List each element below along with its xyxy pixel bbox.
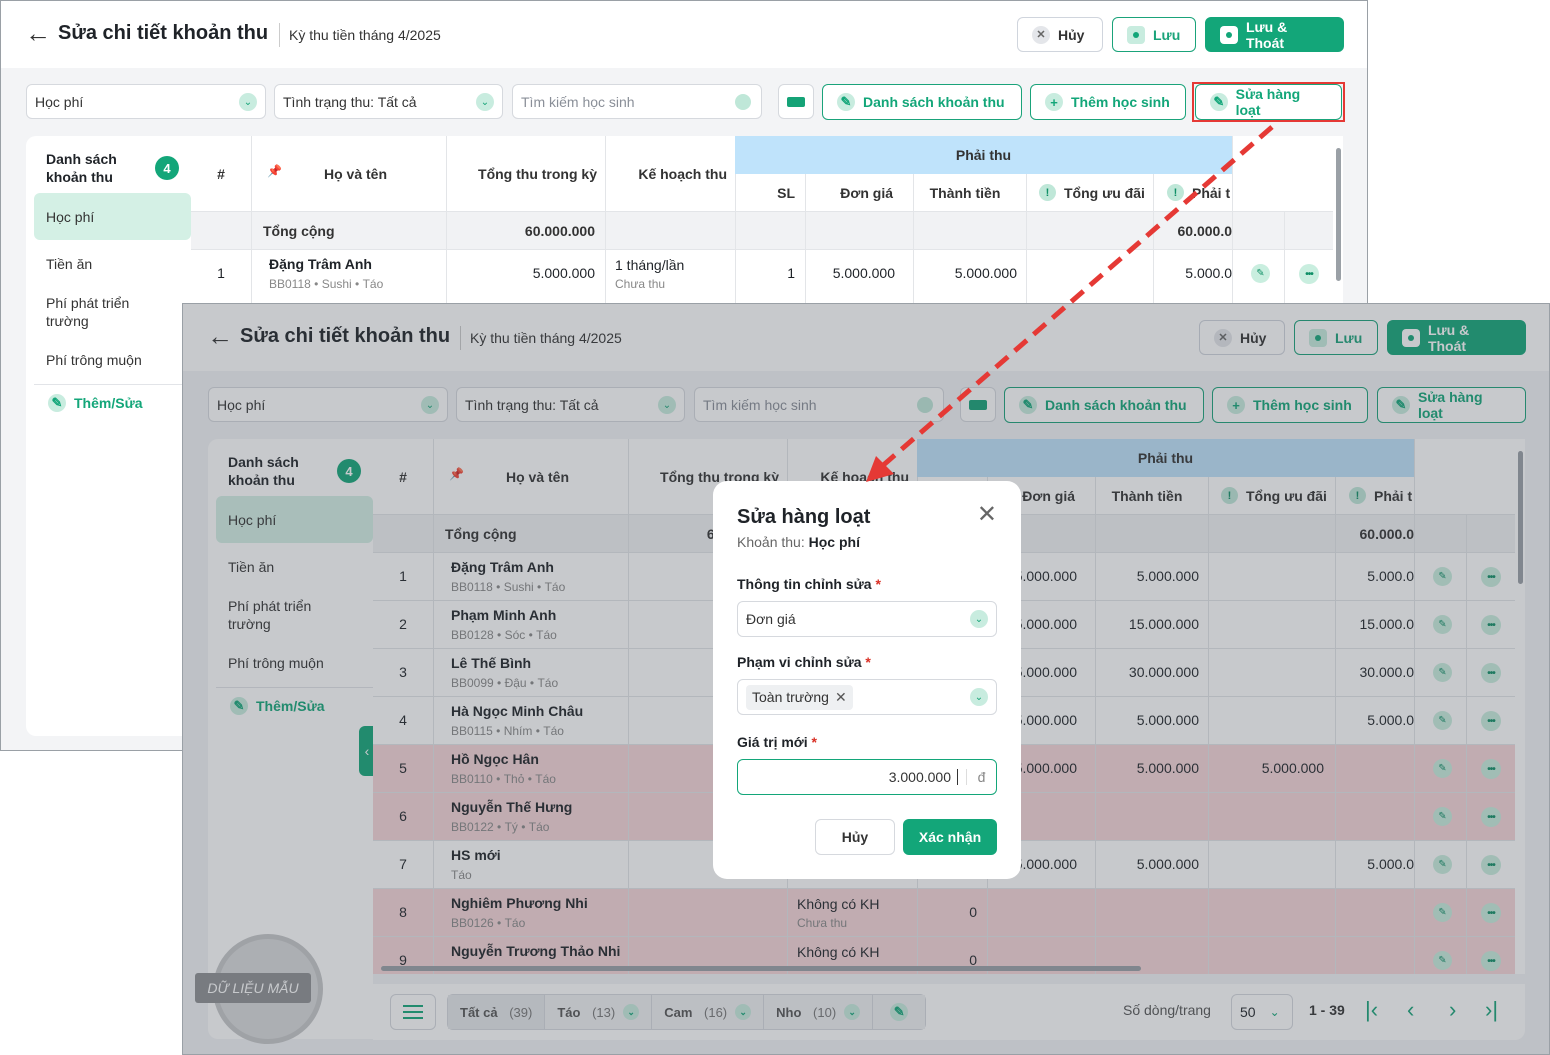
guide-arrow <box>866 125 1274 482</box>
guide-arrow-line <box>878 125 1274 470</box>
